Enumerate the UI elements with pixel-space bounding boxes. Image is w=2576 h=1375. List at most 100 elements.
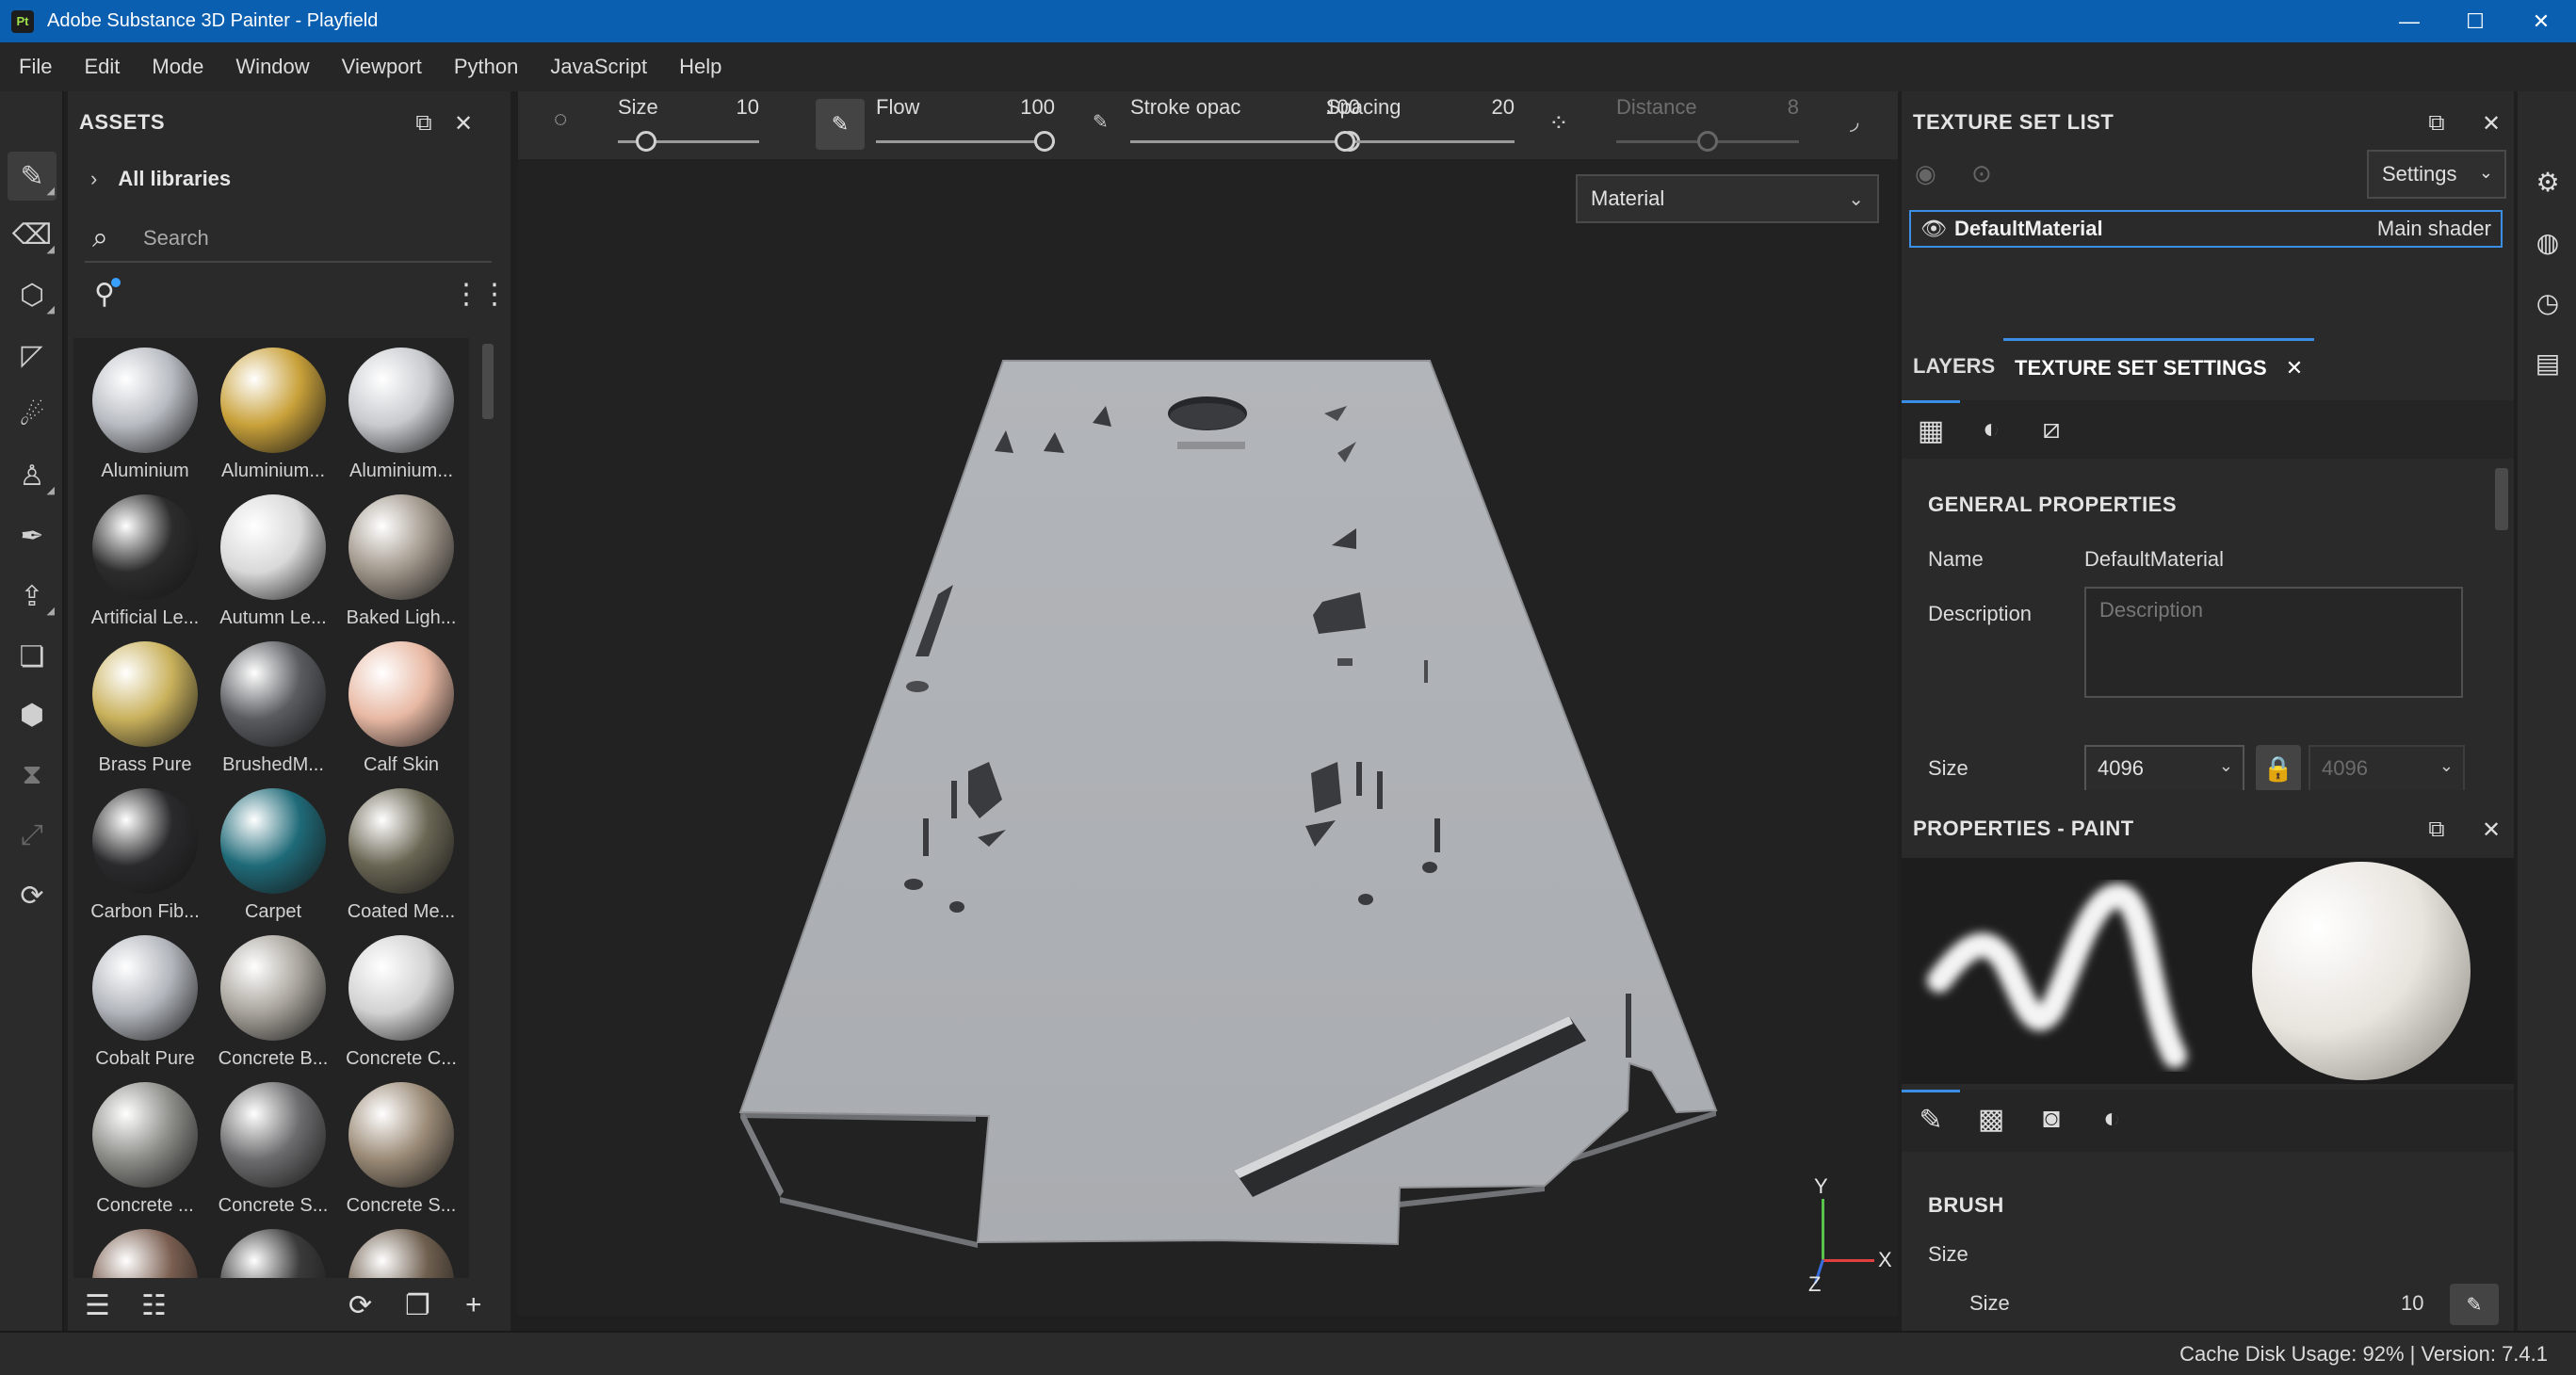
eraser-tool-icon[interactable]: ⌫ ◢ [8,210,57,259]
brush-size-value[interactable]: 10 [2401,1291,2423,1316]
pen-pressure-icon[interactable]: ✎ [2450,1284,2499,1325]
tab-layers[interactable]: LAYERS [1902,338,2006,395]
distance-knob[interactable] [1697,131,1718,152]
material-thumbnail[interactable]: Concrete C... [337,926,465,1073]
float-panel-icon[interactable]: ⧉ [2422,815,2452,845]
add-icon[interactable]: + [465,1289,482,1321]
material-thumbnail[interactable]: Cobalt Pure [81,926,209,1073]
lasso-icon[interactable]: ◌ [554,106,567,133]
maximize-button[interactable]: ☐ [2442,0,2508,42]
bake-export-tool-icon[interactable]: ⇪ ◢ [8,572,57,621]
size-slider[interactable]: Size 10 [618,91,759,159]
distance-slider[interactable]: Distance 8 [1616,91,1799,159]
close-panel-icon[interactable]: ✕ [2476,815,2506,845]
minimize-button[interactable]: — [2376,0,2442,42]
pen-icon[interactable]: ✎ [1093,110,1109,134]
size-dropdown[interactable]: 4096 ⌄ [2084,745,2244,790]
pen-pressure-icon[interactable]: ✎ [816,99,865,150]
close-panel-icon[interactable]: ✕ [2476,108,2506,138]
float-panel-icon[interactable]: ⧉ [409,108,439,138]
decal-tool-icon[interactable]: ❏ [8,632,57,681]
paint-brush-tool-icon[interactable]: ✎ ◢ [8,152,57,201]
smudge-tool-icon[interactable]: ☄ [8,391,57,440]
new-folder-icon[interactable]: ❐ [405,1289,430,1322]
menu-window[interactable]: Window [235,55,309,79]
flow-knob[interactable] [1034,131,1055,152]
brush-icon[interactable]: ✎ [1902,1090,1960,1148]
stencil-icon[interactable]: ◙ [2022,1090,2081,1148]
size-knob[interactable] [636,131,657,152]
symmetry-icon[interactable]: ◞ [1850,108,1858,136]
material-mode-dropdown[interactable]: Material ⌄ [1576,174,1879,223]
menu-edit[interactable]: Edit [84,55,120,79]
lock-icon[interactable]: 🔒 [2256,745,2301,790]
material-thumbnail[interactable]: Concrete S... [209,1073,337,1220]
lazy-mouse-icon[interactable]: ⁘ [1548,108,1569,138]
texture-set-row[interactable]: 👁 DefaultMaterial Main shader [1909,210,2503,248]
material-thumbnail[interactable]: Carbon Fib... [81,779,209,926]
material-thumbnail[interactable]: Artificial Le... [81,485,209,632]
projection-tool-icon[interactable]: ⬡ ◢ [8,270,57,319]
float-panel-icon[interactable]: ⧉ [2422,108,2452,138]
eye-icon[interactable]: 👁 [1920,217,1947,241]
close-tab-icon[interactable]: ✕ [2286,356,2303,380]
flow-slider[interactable]: Flow 100 [876,91,1055,159]
material-thumbnail[interactable]: BrushedM... [209,632,337,779]
menu-help[interactable]: Help [679,55,721,79]
alpha-icon[interactable]: ▩ [1962,1090,2020,1148]
refresh-tool-icon[interactable]: ⟳ [8,871,57,920]
general-settings-icon[interactable]: ▦ [1902,400,1960,459]
description-field[interactable]: Description [2084,587,2463,698]
menu-mode[interactable]: Mode [152,55,203,79]
tab-texture-set-settings[interactable]: TEXTURE SET SETTINGS ✕ [2003,338,2315,395]
material-thumbnail[interactable]: Aluminium [81,338,209,485]
folder-list-icon[interactable]: ☷ [141,1289,167,1322]
material-thumbnail[interactable]: Carpet [209,779,337,926]
transform-icon[interactable]: ⤢ [8,811,57,860]
close-panel-icon[interactable]: ✕ [448,108,478,138]
environment-icon[interactable]: ◍ [2529,223,2567,261]
settings-icon[interactable]: ⚙ [2529,163,2567,201]
log-icon[interactable]: ▤ [2529,344,2567,381]
menu-python[interactable]: Python [454,55,519,79]
size-dropdown-2[interactable]: 4096 ⌄ [2309,745,2465,790]
material-thumbnail[interactable]: Concrete ... [81,1073,209,1220]
filter-icon[interactable]: ⚲ [94,278,121,311]
menu-file[interactable]: File [19,55,52,79]
library-breadcrumb[interactable]: › All libraries [90,167,231,191]
material-thumbnail[interactable]: Coated Me... [337,779,465,926]
menu-javascript[interactable]: JavaScript [550,55,647,79]
texture-set-shader[interactable]: Main shader [2377,217,2491,241]
material-thumbnail[interactable]: Concrete S... [337,1073,465,1220]
menu-viewport[interactable]: Viewport [342,55,422,79]
material-thumbnail[interactable]: Autumn Le... [209,485,337,632]
assets-scrollbar[interactable] [482,344,494,419]
solo-icon[interactable]: ⊙ [1971,159,1992,188]
list-filter-icon[interactable]: ☰ [85,1289,110,1322]
settings-dropdown[interactable]: Settings ⌄ [2367,150,2506,199]
history-icon[interactable]: ◷ [2529,283,2567,321]
polygon-fill-tool-icon[interactable]: ◸ [8,331,57,380]
hourglass-icon[interactable]: ⧗ [8,751,57,800]
name-value[interactable]: DefaultMaterial [2084,547,2224,572]
close-window-button[interactable]: ✕ [2508,0,2574,42]
material-icon[interactable]: ◐ [2082,1090,2141,1148]
properties-scrollbar[interactable] [2495,468,2508,530]
material-thumbnail[interactable]: Calf Skin [337,632,465,779]
material-thumbnail[interactable]: Aluminium... [209,338,337,485]
mesh-maps-icon[interactable]: ⧄ [2022,400,2081,459]
color-picker-tool-icon[interactable]: ✒ [8,511,57,560]
search-input[interactable] [143,226,454,251]
channels-icon[interactable]: ◐ [1962,400,2020,459]
spacing-slider[interactable]: Spacing 20 [1326,91,1515,159]
bake-tool-icon[interactable]: ⬢ [8,690,57,739]
spacing-knob[interactable] [1334,131,1355,152]
material-thumbnail[interactable]: Aluminium... [337,338,465,485]
material-thumbnail[interactable]: Brass Pure [81,632,209,779]
refresh-icon[interactable]: ⟳ [348,1289,372,1322]
visibility-icon[interactable]: ◉ [1915,159,1936,188]
material-thumbnail[interactable]: Baked Ligh... [337,485,465,632]
material-thumbnail[interactable]: Concrete B... [209,926,337,1073]
clone-tool-icon[interactable]: ♙ ◢ [8,451,57,500]
3d-viewport[interactable]: Material ⌄ Y X Z [518,159,1898,1316]
